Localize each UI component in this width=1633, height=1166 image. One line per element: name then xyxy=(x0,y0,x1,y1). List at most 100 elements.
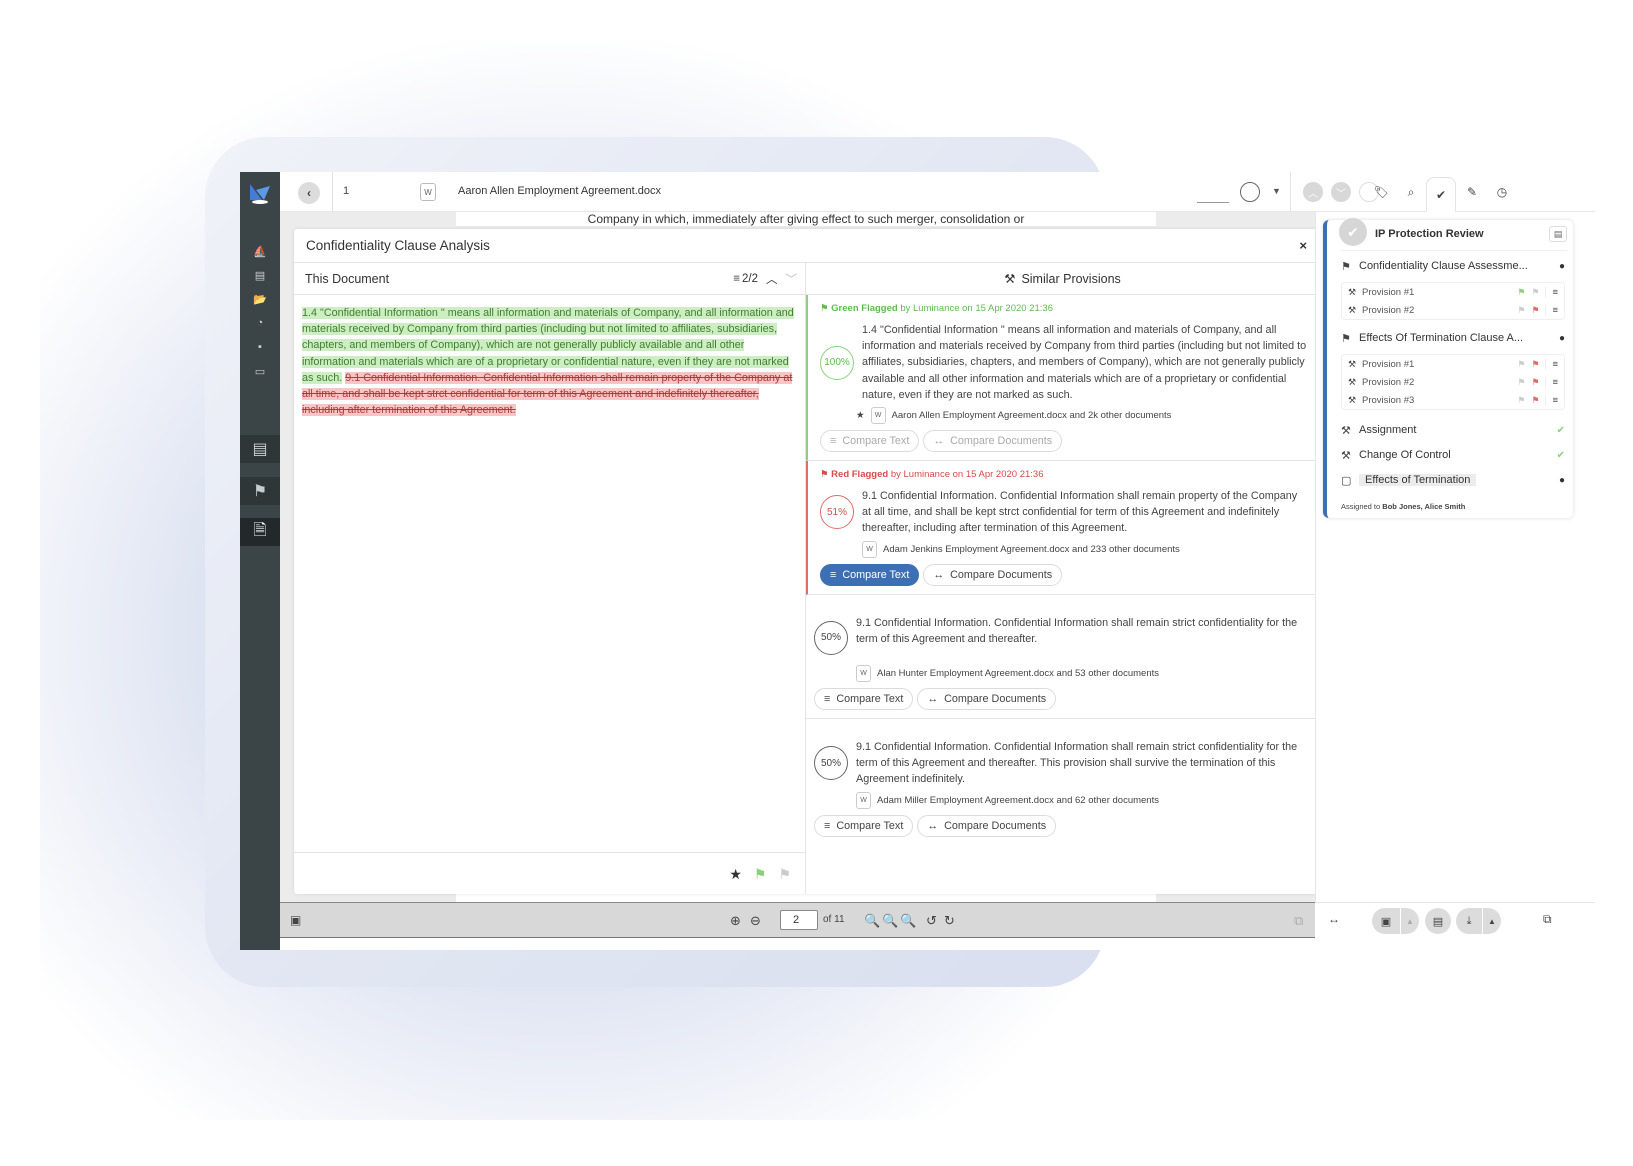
clock-icon[interactable]: ◷ xyxy=(1490,180,1514,204)
star-icon[interactable]: ★ xyxy=(729,866,742,883)
highlighted-document-text: 1.4 "Confidential Information " means al… xyxy=(294,295,805,428)
note-dropdown-icon[interactable]: ▣ xyxy=(290,913,301,927)
list-icon[interactable]: ▤ xyxy=(240,264,280,286)
dashboard-icon[interactable]: ◔ xyxy=(240,312,280,334)
red-flag-icon[interactable]: ⚑ xyxy=(1531,287,1539,298)
provision-row[interactable]: ⚒ Provision #1 ⚑ ⚑ ≡ xyxy=(1342,355,1564,373)
green-flag-icon[interactable]: ⚑ xyxy=(1517,377,1525,388)
tag-icon[interactable]: 🏷 xyxy=(1369,180,1393,204)
red-flag-icon[interactable]: ⚑ xyxy=(1531,395,1539,406)
similarity-score: 50% xyxy=(814,620,848,655)
caret-down-icon[interactable]: ▼ xyxy=(1272,186,1281,196)
note-icon[interactable]: ▪ xyxy=(240,336,280,358)
arrows-horizontal-icon: ↔ xyxy=(933,568,945,581)
flag-meta: by Luminance on 15 Apr 2020 21:36 xyxy=(888,469,1044,481)
arrows-horizontal-icon: ↔ xyxy=(933,435,945,448)
zoom-in-icon[interactable]: 🔍 xyxy=(882,913,898,929)
green-flag-icon[interactable]: ⚑ xyxy=(1517,395,1525,406)
lines-icon[interactable]: ≡ xyxy=(1552,377,1558,388)
green-flag-icon[interactable]: ⚑ xyxy=(1517,287,1525,298)
rotate-left-icon[interactable]: ↺ xyxy=(926,913,937,929)
red-flag-icon[interactable]: ⚑ xyxy=(1531,305,1539,316)
star-icon[interactable]: ★ xyxy=(856,410,865,421)
source-text[interactable]: Aaron Allen Employment Agreement.docx an… xyxy=(892,410,1172,421)
list-menu-icon[interactable]: ▤ xyxy=(1549,226,1567,242)
red-flag-icon[interactable]: ⚑ xyxy=(778,866,791,883)
compare-text-button[interactable]: ≡ Compare Text xyxy=(814,814,914,837)
page-down-icon[interactable]: ⊖ xyxy=(750,913,761,929)
arrows-horizontal-icon: ↔ xyxy=(927,693,939,706)
lines-icon[interactable]: ≡ xyxy=(1552,305,1558,316)
gavel-icon: ⚒ xyxy=(1348,286,1357,297)
expand-horizontal-icon[interactable]: ↔ xyxy=(1328,912,1340,926)
word-document-icon[interactable]: 🗎 xyxy=(240,518,280,546)
review-item-effects-of-termination[interactable]: ▢ Effects of Termination ● xyxy=(1341,470,1565,490)
similar-provisions-header: ⚒ Similar Provisions xyxy=(806,263,1319,295)
highlight-color-picker[interactable] xyxy=(1240,182,1260,202)
compare-text-button[interactable]: ≡ Compare Text xyxy=(820,430,920,453)
compare-documents-button[interactable]: ↔ Compare Documents xyxy=(923,430,1063,453)
download-button[interactable]: ⤓ xyxy=(1456,908,1482,934)
review-item-change-of-control[interactable]: ⚒ Change Of Control ✔ xyxy=(1341,445,1565,465)
page-number-input[interactable]: 2 xyxy=(780,910,818,930)
back-button[interactable]: ‹ xyxy=(298,182,320,204)
book-icon[interactable]: ▭ xyxy=(240,360,280,382)
compare-documents-button[interactable]: ↔ Compare Documents xyxy=(923,563,1063,586)
review-item-assignment[interactable]: ⚒ Assignment ✔ xyxy=(1341,420,1565,440)
lines-icon: ≡ xyxy=(824,819,831,832)
source-text[interactable]: Adam Jenkins Employment Agreement.docx a… xyxy=(883,544,1180,555)
source-text[interactable]: Alan Hunter Employment Agreement.docx an… xyxy=(877,668,1159,679)
provision-row[interactable]: ⚒ Provision #2 ⚑ ⚑ ≡ xyxy=(1342,373,1564,391)
lines-icon[interactable]: ≡ xyxy=(1552,395,1558,406)
provision-row[interactable]: ⚒ Provision #3 ⚑ ⚑ ≡ xyxy=(1342,391,1564,409)
button-label: Compare Documents xyxy=(950,568,1053,581)
green-flag-icon[interactable]: ⚑ xyxy=(754,866,767,883)
folder-icon[interactable]: 📂 xyxy=(240,288,280,310)
caret-up-icon: ▲ xyxy=(1488,916,1496,926)
gavel-icon: ⚒ xyxy=(1341,449,1351,462)
copy-icon[interactable]: ⧉ xyxy=(1294,913,1303,929)
arrows-horizontal-icon: ↔ xyxy=(927,819,939,832)
lines-icon[interactable]: ≡ xyxy=(1552,287,1558,298)
lines-icon[interactable]: ≡ xyxy=(1552,359,1558,370)
check-circle-icon[interactable]: ✔ xyxy=(1339,218,1367,246)
provision-source: ★ W Aaron Allen Employment Agreement.doc… xyxy=(856,407,1309,425)
zoom-fit-icon[interactable]: 🔍 xyxy=(900,913,916,929)
add-dropdown-button[interactable]: ▲ xyxy=(1401,908,1419,934)
rotate-right-icon[interactable]: ↻ xyxy=(944,913,955,929)
external-link-icon[interactable]: ⧉ xyxy=(1543,912,1552,927)
provision-row[interactable]: ⚒ Provision #2 ⚑ ⚑ ≡ xyxy=(1342,301,1564,319)
sailboat-icon[interactable]: ⛵ xyxy=(240,240,280,262)
compare-text-button[interactable]: ≡ Compare Text xyxy=(820,563,920,586)
chevron-up-icon[interactable]: ︿ xyxy=(766,271,778,287)
review-group-termination[interactable]: ⚑ Effects Of Termination Clause A... ● xyxy=(1341,328,1565,348)
chevron-down-icon[interactable]: ﹀ xyxy=(786,271,798,287)
eraser-icon[interactable]: ✎ xyxy=(1460,180,1484,204)
provision-row[interactable]: ⚒ Provision #1 ⚑ ⚑ ≡ xyxy=(1342,283,1564,301)
app-window: ⛵ ▤ 📂 ◔ ▪ ▭ ▤ ⚑ 🗎 ‹ 1 W Aaron Allen Empl… xyxy=(240,172,1595,950)
zoom-out-icon[interactable]: 🔍 xyxy=(864,913,880,929)
add-card-button[interactable]: ▤ xyxy=(1425,908,1451,934)
table-view-icon[interactable]: ▤ xyxy=(240,435,280,463)
flag-search-icon[interactable]: ⚑ xyxy=(240,477,280,505)
compare-documents-button[interactable]: ↔ Compare Documents xyxy=(917,688,1057,711)
item-label: Change Of Control xyxy=(1359,449,1451,461)
green-flag-icon[interactable]: ⚑ xyxy=(1517,359,1525,370)
match-counter: 2/2 xyxy=(742,273,758,285)
add-to-project-button[interactable]: ▣ xyxy=(1372,908,1400,934)
green-flag-icon[interactable]: ⚑ xyxy=(1517,305,1525,316)
compare-documents-button[interactable]: ↔ Compare Documents xyxy=(917,814,1057,837)
removed-clause-text[interactable]: 9.1 Confidential Information. Confidenti… xyxy=(302,371,793,417)
luminance-logo-icon[interactable] xyxy=(248,182,272,206)
search-icon[interactable]: ⌕ xyxy=(1399,180,1423,204)
close-icon[interactable]: × xyxy=(1299,238,1307,253)
red-flag-icon[interactable]: ⚑ xyxy=(1531,359,1539,370)
download-dropdown-button[interactable]: ▲ xyxy=(1483,908,1501,934)
source-text[interactable]: Adam Miller Employment Agreement.docx an… xyxy=(877,795,1159,806)
gavel-icon: ⚒ xyxy=(1348,304,1357,315)
red-flag-icon[interactable]: ⚑ xyxy=(1531,377,1539,388)
page-up-icon[interactable]: ⊕ xyxy=(730,913,741,929)
review-group-confidentiality[interactable]: ⚑ Confidentiality Clause Assessme... ● xyxy=(1341,256,1565,276)
compare-text-button[interactable]: ≡ Compare Text xyxy=(814,688,914,711)
checkmark-tab-icon[interactable]: ✔ xyxy=(1426,177,1456,212)
